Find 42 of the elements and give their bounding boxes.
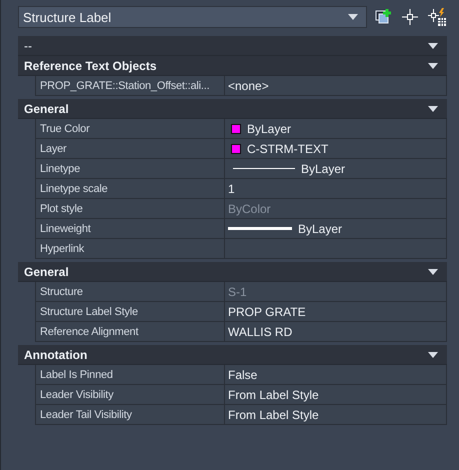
filter-dropdown[interactable]: --	[18, 36, 447, 56]
property-name: Plot style	[36, 199, 225, 218]
caret-icon	[428, 42, 438, 48]
section-header[interactable]: Reference Text Objects	[18, 56, 447, 76]
property-name: Hyperlink	[36, 239, 225, 258]
property-value[interactable]: From Label Style	[225, 405, 446, 424]
caret-icon	[428, 106, 438, 112]
property-name: Label Is Pinned	[36, 365, 225, 384]
property-name: Structure Label Style	[36, 302, 225, 321]
property-name: Structure	[36, 282, 225, 301]
caret-icon	[428, 352, 438, 358]
property-value[interactable]: False	[225, 365, 446, 384]
property-name: True Color	[36, 119, 225, 138]
property-value[interactable]: 1	[225, 179, 446, 198]
caret-icon	[428, 268, 438, 274]
section-header[interactable]: General	[18, 99, 447, 119]
property-value[interactable]: ByLayer	[225, 219, 446, 238]
caret-icon	[428, 62, 438, 68]
object-dropdown[interactable]: Structure Label	[18, 6, 367, 28]
property-value[interactable]: <none>	[225, 76, 446, 95]
property-name: Leader Tail Visibility	[36, 405, 225, 424]
property-value[interactable]: PROP GRATE	[225, 302, 446, 321]
property-value[interactable]: ByLayer	[225, 159, 446, 178]
caret-icon	[348, 14, 358, 20]
section-header[interactable]: General	[18, 262, 447, 282]
add-selection-icon[interactable]	[375, 8, 393, 26]
property-value[interactable]: From Label Style	[225, 385, 446, 404]
section-header[interactable]: Annotation	[18, 345, 447, 365]
property-name: Lineweight	[36, 219, 225, 238]
property-name: Reference Alignment	[36, 322, 225, 341]
linetype-sample	[233, 168, 295, 169]
property-name: Layer	[36, 139, 225, 158]
crosshair-icon[interactable]	[401, 8, 419, 26]
property-value[interactable]: C-STRM-TEXT	[225, 139, 446, 158]
lineweight-sample	[228, 227, 292, 230]
property-name: Leader Visibility	[36, 385, 225, 404]
property-value[interactable]: WALLIS RD	[225, 322, 446, 341]
property-name: Linetype	[36, 159, 225, 178]
property-name: Linetype scale	[36, 179, 225, 198]
crosshair-table-icon[interactable]	[427, 7, 447, 27]
property-name: PROP_GRATE::Station_Offset::ali...	[36, 76, 225, 95]
property-value[interactable]: ByLayer	[225, 119, 446, 138]
